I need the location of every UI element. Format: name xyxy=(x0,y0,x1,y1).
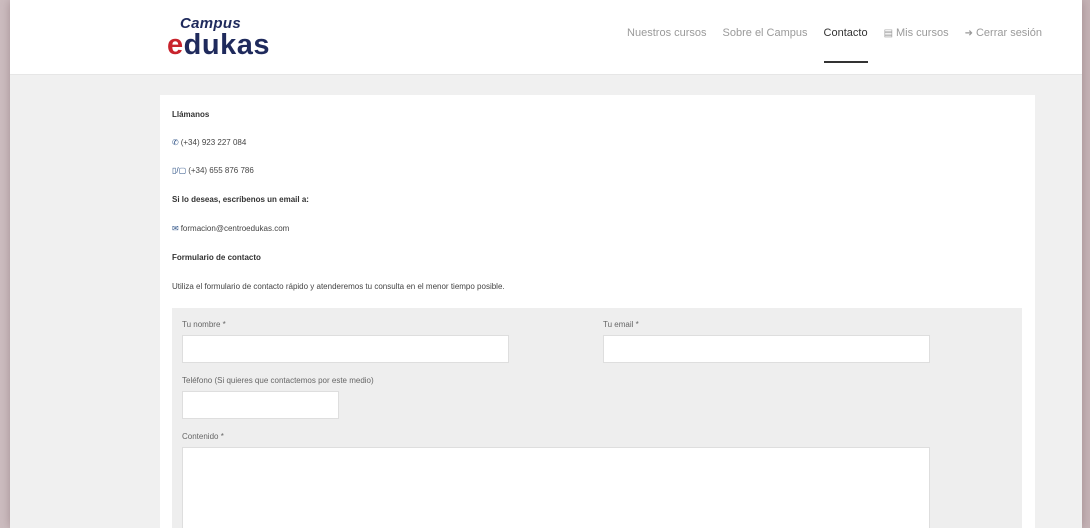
nav-item-mis-cursos[interactable]: ▤ Mis cursos xyxy=(884,27,949,63)
logo-edukas-text: edukas xyxy=(167,29,270,61)
name-label: Tu nombre * xyxy=(182,320,226,329)
nav-item-sobre-el-campus[interactable]: Sobre el Campus xyxy=(723,27,808,63)
nav-item-cerrar-sesion[interactable]: ➜ Cerrar sesión xyxy=(965,27,1042,63)
email-line[interactable]: ✉ formacion@centroedukas.com xyxy=(172,224,289,233)
main-nav: Nuestros cursos Sobre el Campus Contacto… xyxy=(627,27,1042,63)
email-heading: Si lo deseas, escríbenos un email a: xyxy=(172,195,309,204)
call-heading: Llámanos xyxy=(172,110,210,119)
contact-form: Tu nombre * Tu email * Teléfono (Si quie… xyxy=(172,308,1022,528)
book-icon: ▤ xyxy=(883,28,894,39)
form-intro: Utiliza el formulario de contacto rápido… xyxy=(172,282,505,291)
phone-line: ✆ (+34) 923 227 084 xyxy=(172,138,247,147)
mobile-whatsapp-icon: ▯/▢ xyxy=(172,166,187,175)
phone-input[interactable] xyxy=(182,391,339,419)
email-label: Tu email * xyxy=(603,320,639,329)
campus-edukas-logo[interactable]: Campus edukas xyxy=(167,15,307,65)
name-input[interactable] xyxy=(182,335,509,363)
phone-icon: ✆ xyxy=(172,138,179,147)
form-heading: Formulario de contacto xyxy=(172,253,261,262)
envelope-icon: ✉ xyxy=(172,224,179,233)
content-label: Contenido * xyxy=(182,432,224,441)
nav-item-nuestros-cursos[interactable]: Nuestros cursos xyxy=(627,27,706,63)
email-input[interactable] xyxy=(603,335,930,363)
phone-label: Teléfono (Si quieres que contactemos por… xyxy=(182,376,374,385)
content-textarea[interactable] xyxy=(182,447,930,528)
page-frame: Campus edukas Nuestros cursos Sobre el C… xyxy=(10,0,1082,528)
site-header: Campus edukas Nuestros cursos Sobre el C… xyxy=(10,0,1082,75)
mobile-line: ▯/▢ (+34) 655 876 786 xyxy=(172,166,254,175)
contact-panel: Llámanos ✆ (+34) 923 227 084 ▯/▢ (+34) 655… xyxy=(160,95,1035,528)
sign-out-icon: ➜ xyxy=(964,28,973,39)
nav-item-contacto[interactable]: Contacto xyxy=(823,27,868,63)
